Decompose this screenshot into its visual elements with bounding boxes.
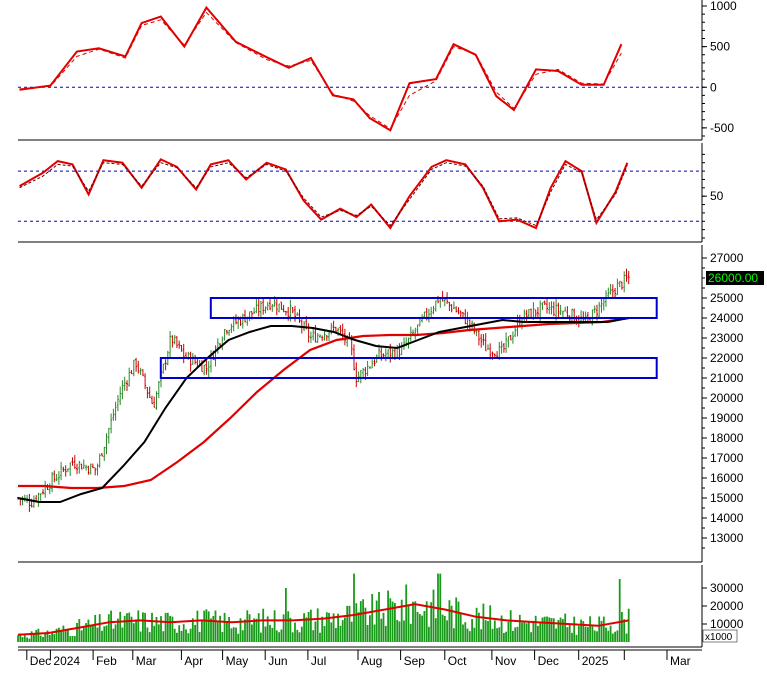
y-tick-label: 500 (710, 40, 730, 54)
x-tick-label: Dec (30, 654, 51, 668)
y-tick-label: 14000 (710, 511, 744, 525)
y-tick-label: 10000 (710, 617, 744, 631)
x-tick-label: Jun (268, 654, 287, 668)
y-tick-label: 30000 (710, 581, 744, 595)
y-tick-label: 20000 (710, 391, 744, 405)
y-tick-label: -500 (710, 121, 734, 135)
x-tick-label: Oct (448, 654, 467, 668)
chart-canvas: 1000 500 0 -500 50 27000 25000 24000 23000 2200… (17, 0, 764, 668)
y-tick-label: 15000 (710, 491, 744, 505)
x-tick-label: Sep (404, 654, 426, 668)
y-tick-label: 21000 (710, 371, 744, 385)
y-tick-label: 0 (710, 80, 717, 94)
y-tick-label: 13000 (710, 531, 744, 545)
x-tick-label: Mar (136, 654, 157, 668)
y-tick-label: 20000 (710, 599, 744, 613)
y-tick-label: 1000 (710, 0, 737, 13)
x-tick-label: Dec (538, 654, 559, 668)
x-tick-label: Nov (495, 654, 516, 668)
oscillator-2-signal-line (19, 162, 628, 227)
y-tick-label: 17000 (710, 451, 744, 465)
x-tick-label: Aug (361, 654, 382, 668)
oscillator-1-line (19, 5, 623, 132)
x-tick-label: 2024 (53, 654, 80, 668)
y-tick-label: 25000 (710, 291, 744, 305)
x-tick-label: Mar (670, 654, 691, 668)
oscillator-1-signal-line (19, 11, 622, 130)
y-tick-label: 18000 (710, 431, 744, 445)
y-tick-label: 27000 (710, 251, 744, 265)
y-tick-label: 16000 (710, 471, 744, 485)
oscillator-2-line (19, 158, 629, 230)
moving-average-long (18, 316, 629, 490)
x-tick-label: Jul (311, 654, 326, 668)
stock-chart: 1000 500 0 -500 50 27000 25000 24000 23000 2200… (0, 0, 767, 678)
y-tick-label: 19000 (710, 411, 744, 425)
x-tick-label: Apr (184, 654, 203, 668)
y-tick-label: 50 (710, 189, 724, 203)
x-tick-label: May (226, 654, 249, 668)
volume-unit-label: x1000 (705, 632, 733, 643)
y-tick-label: 23000 (710, 331, 744, 345)
y-tick-label: 24000 (710, 311, 744, 325)
x-tick-label: Feb (96, 654, 117, 668)
support-band (159, 357, 658, 379)
last-price-label: 26000.00 (708, 271, 758, 285)
x-tick-label: 2025 (582, 654, 609, 668)
y-tick-label: 22000 (710, 351, 744, 365)
